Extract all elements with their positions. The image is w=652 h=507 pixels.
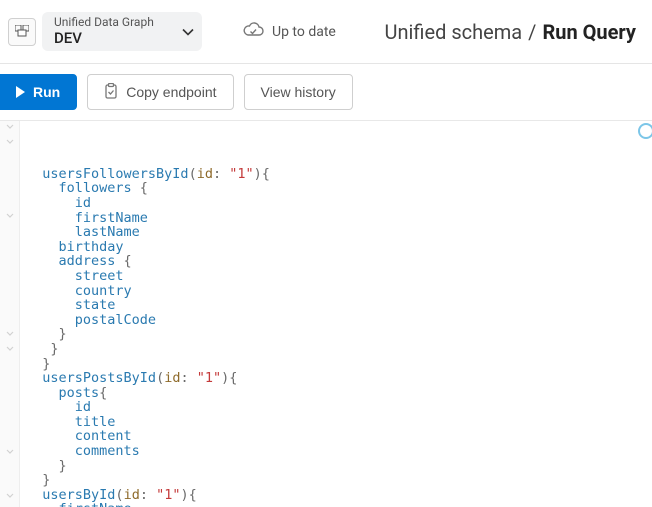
fold-icon bbox=[6, 418, 14, 426]
fold-icon bbox=[6, 182, 14, 190]
fold-icon bbox=[6, 153, 14, 161]
view-history-button[interactable]: View history bbox=[244, 74, 353, 110]
run-button-label: Run bbox=[33, 84, 60, 100]
code-line: title bbox=[26, 415, 652, 430]
view-history-label: View history bbox=[261, 84, 336, 100]
editor: usersFollowersById(id: "1"){ followers {… bbox=[0, 121, 652, 507]
code-line: content bbox=[26, 429, 652, 444]
fold-icon bbox=[6, 389, 14, 397]
code-line: country bbox=[26, 284, 652, 299]
breadcrumb-sep: / bbox=[528, 20, 536, 44]
fold-icon bbox=[6, 197, 14, 205]
fold-icon bbox=[6, 463, 14, 471]
sync-status: Up to date bbox=[242, 22, 336, 42]
fold-icon bbox=[6, 300, 14, 308]
fold-icon bbox=[6, 256, 14, 264]
project-title: Unified Data Graph bbox=[54, 16, 154, 30]
fold-icon[interactable] bbox=[6, 448, 14, 456]
top-bar: Unified Data Graph DEV Up to date Unifie… bbox=[0, 0, 652, 64]
code-line: lastName bbox=[26, 225, 652, 240]
code-line: state bbox=[26, 298, 652, 313]
code-line: id bbox=[26, 196, 652, 211]
project-env: DEV bbox=[54, 30, 154, 47]
fold-icon bbox=[6, 286, 14, 294]
fold-icon[interactable] bbox=[6, 212, 14, 220]
sync-status-text: Up to date bbox=[272, 24, 336, 40]
fold-icon bbox=[6, 271, 14, 279]
action-bar: Run Copy endpoint View history bbox=[0, 64, 652, 121]
code-line: } bbox=[26, 473, 652, 488]
code-line: posts{ bbox=[26, 386, 652, 401]
code-line: id bbox=[26, 400, 652, 415]
code-line: firstName bbox=[26, 211, 652, 226]
fold-icon bbox=[6, 227, 14, 235]
fold-icon bbox=[6, 315, 14, 323]
code-line: } bbox=[26, 342, 652, 357]
code-line: comments bbox=[26, 444, 652, 459]
code-line: postalCode bbox=[26, 313, 652, 328]
fold-icon bbox=[6, 360, 14, 368]
fold-icon bbox=[6, 433, 14, 441]
fold-icon[interactable] bbox=[6, 492, 14, 500]
code-line: usersById(id: "1"){ bbox=[26, 488, 652, 503]
fold-icon bbox=[6, 374, 14, 382]
fold-icon bbox=[6, 404, 14, 412]
project-selector[interactable]: Unified Data Graph DEV bbox=[42, 12, 202, 51]
code-line: street bbox=[26, 269, 652, 284]
fold-icon[interactable] bbox=[6, 123, 14, 131]
play-icon bbox=[16, 86, 25, 98]
code-line: firstName bbox=[26, 502, 652, 507]
code-line: usersPostsById(id: "1"){ bbox=[26, 371, 652, 386]
code-line: } bbox=[26, 357, 652, 372]
fold-icon[interactable] bbox=[6, 138, 14, 146]
chevron-down-icon bbox=[182, 22, 194, 41]
code-area[interactable]: usersFollowersById(id: "1"){ followers {… bbox=[20, 121, 652, 507]
code-line: followers { bbox=[26, 181, 652, 196]
fold-icon bbox=[6, 477, 14, 485]
fold-icon bbox=[6, 241, 14, 249]
run-button[interactable]: Run bbox=[0, 74, 77, 110]
cloud-check-icon bbox=[242, 22, 264, 42]
fold-icon bbox=[6, 168, 14, 176]
breadcrumb-current: Run Query bbox=[542, 20, 636, 44]
code-line: address { bbox=[26, 254, 652, 269]
breadcrumb-parent[interactable]: Unified schema bbox=[385, 20, 523, 44]
code-line: } bbox=[26, 459, 652, 474]
code-line: usersFollowersById(id: "1"){ bbox=[26, 167, 652, 182]
fold-icon[interactable] bbox=[6, 330, 14, 338]
copy-endpoint-label: Copy endpoint bbox=[126, 84, 216, 100]
breadcrumb: Unified schema / Run Query bbox=[385, 20, 644, 44]
hint-bubble-icon[interactable] bbox=[638, 123, 652, 139]
clipboard-icon bbox=[104, 83, 118, 102]
app-switcher-icon[interactable] bbox=[8, 18, 36, 46]
editor-gutter bbox=[0, 121, 20, 507]
code-line: } bbox=[26, 327, 652, 342]
code-line: birthday bbox=[26, 240, 652, 255]
copy-endpoint-button[interactable]: Copy endpoint bbox=[87, 74, 233, 110]
fold-icon[interactable] bbox=[6, 345, 14, 353]
